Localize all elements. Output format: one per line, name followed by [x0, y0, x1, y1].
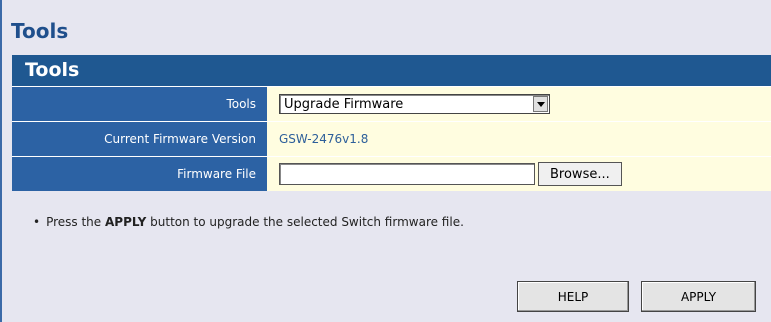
- note-bullet: •: [33, 215, 41, 229]
- firmware-version-value-cell: GSW-2476v1.8: [267, 122, 771, 156]
- firmware-file-row: Firmware File Browse...: [12, 156, 771, 191]
- tools-value-cell: Upgrade Firmware: [267, 87, 771, 121]
- firmware-file-label: Firmware File: [12, 157, 267, 191]
- firmware-file-input[interactable]: [279, 163, 535, 185]
- instruction-note: • Press the APPLY button to upgrade the s…: [33, 215, 464, 229]
- note-suffix: button to upgrade the selected Switch fi…: [146, 215, 464, 229]
- firmware-version-row: Current Firmware Version GSW-2476v1.8: [12, 121, 771, 156]
- note-emphasis: APPLY: [104, 215, 147, 229]
- help-button[interactable]: HELP: [517, 281, 629, 312]
- tools-select[interactable]: Upgrade Firmware: [279, 94, 550, 114]
- tools-row: Tools Upgrade Firmware: [12, 86, 771, 121]
- tools-panel: Tools Tools Upgrade Firmware Current Fir…: [12, 55, 771, 191]
- dropdown-button[interactable]: [533, 96, 548, 112]
- firmware-version-value: GSW-2476v1.8: [279, 132, 369, 146]
- tools-select-value: Upgrade Firmware: [284, 96, 404, 112]
- firmware-version-label: Current Firmware Version: [12, 122, 267, 156]
- browse-button[interactable]: Browse...: [538, 162, 622, 186]
- left-border: [0, 0, 2, 322]
- apply-button[interactable]: APPLY: [641, 281, 756, 312]
- chevron-down-icon: [536, 101, 545, 107]
- page-title: Tools: [11, 19, 69, 43]
- firmware-file-value-cell: Browse...: [267, 157, 771, 191]
- note-prefix: Press the: [46, 215, 105, 229]
- tools-label: Tools: [12, 87, 267, 121]
- panel-header: Tools: [12, 55, 771, 86]
